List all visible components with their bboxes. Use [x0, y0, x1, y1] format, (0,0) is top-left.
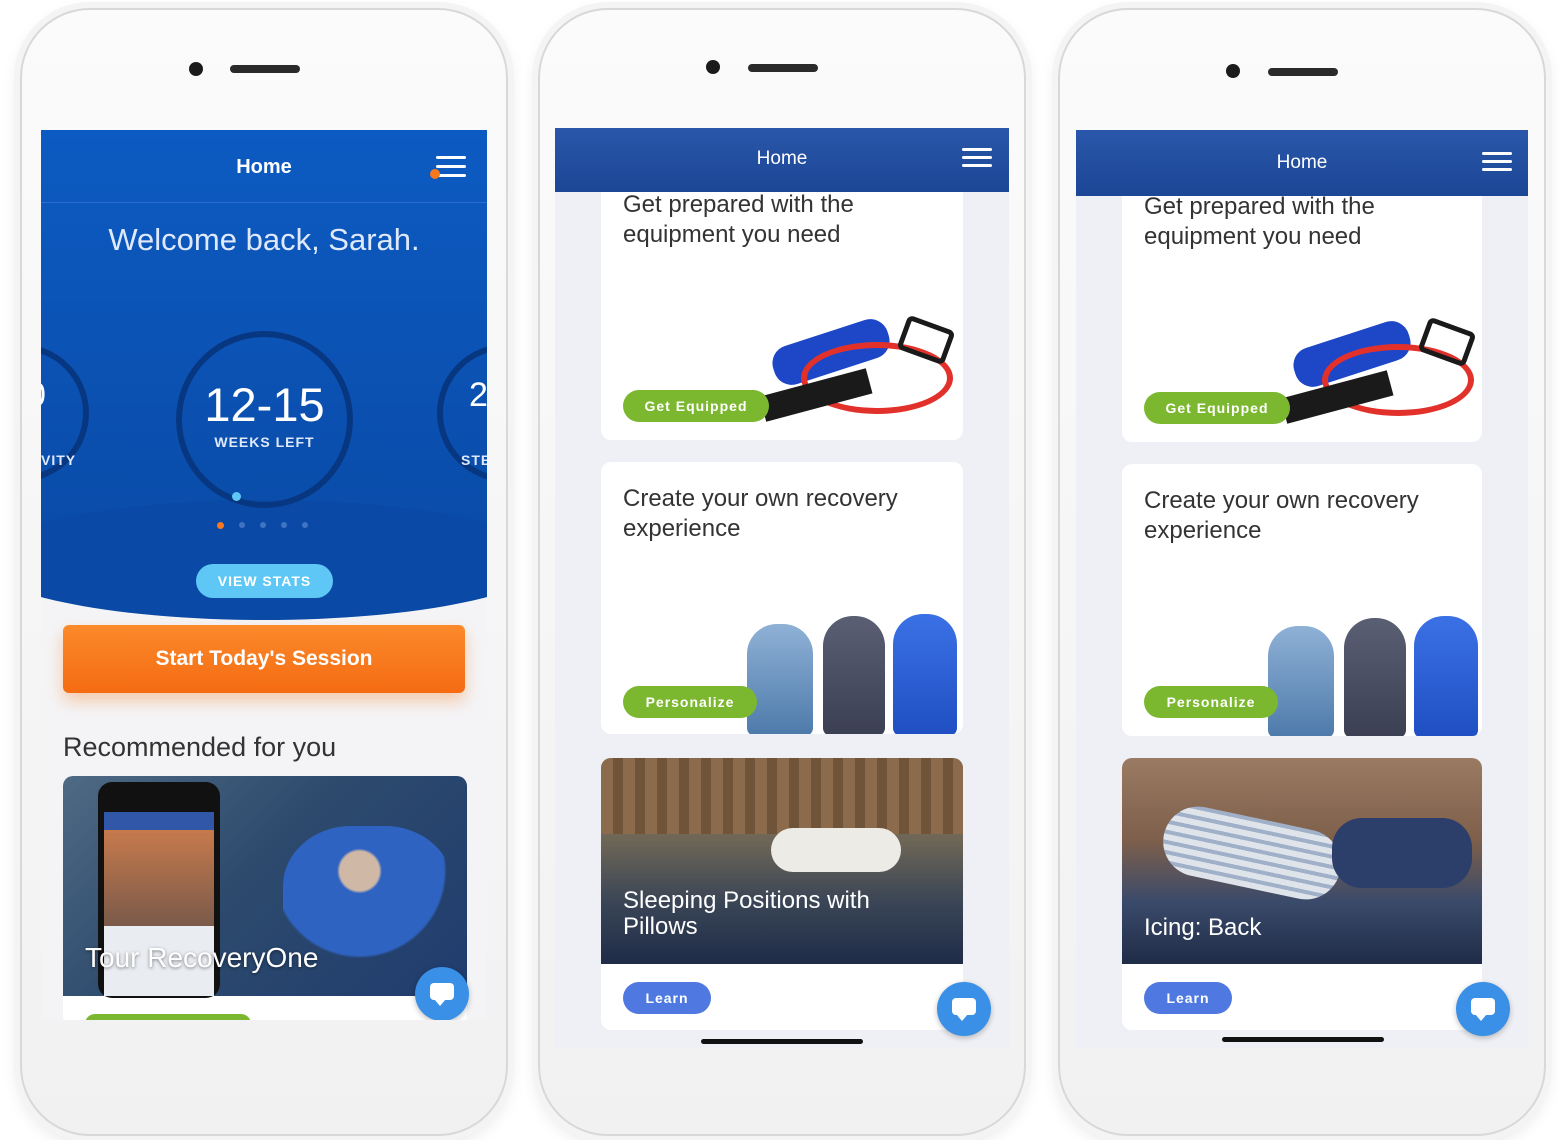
learn-button[interactable]: Learn: [623, 982, 711, 1014]
learn-button[interactable]: Learn: [1144, 982, 1232, 1014]
header: Home: [1076, 130, 1528, 196]
personalize-card-title: Create your own recovery experience: [1144, 487, 1419, 544]
speaker-icon: [230, 65, 300, 73]
speaker-icon: [748, 64, 818, 72]
header: Home: [555, 128, 1009, 192]
chat-icon[interactable]: [937, 982, 991, 1036]
menu-icon[interactable]: [1482, 152, 1512, 174]
speaker-icon: [1268, 68, 1338, 76]
personalize-card[interactable]: Create your own recovery experience Pers…: [1122, 464, 1482, 736]
home-indicator[interactable]: [1222, 1037, 1384, 1042]
sleeping-card-title: Sleeping Positions with Pillows: [623, 887, 870, 940]
equipment-card[interactable]: Get prepared with the equipment you need…: [601, 172, 963, 440]
menu-icon[interactable]: [962, 148, 992, 170]
page-title: Home: [1276, 152, 1328, 173]
camera-icon: [1226, 64, 1240, 78]
chat-icon[interactable]: [1456, 982, 1510, 1036]
get-equipped-button[interactable]: Get Equipped: [623, 390, 769, 422]
tour-card-title: Tour RecoveryOne: [85, 942, 319, 973]
start-session-button[interactable]: Start Today's Session: [63, 625, 465, 693]
get-equipped-button[interactable]: Get Equipped: [1144, 392, 1290, 424]
shoes-image: [1262, 614, 1482, 736]
progress-indicator: [232, 492, 241, 501]
camera-icon: [706, 60, 720, 74]
icing-back-card[interactable]: Icing: Back Learn: [1122, 758, 1482, 1030]
stat-left-value: 0: [41, 376, 46, 415]
phone-frame-2: Get prepared with the equipment you need…: [538, 8, 1026, 1136]
menu-icon[interactable]: [430, 156, 466, 179]
equipment-card[interactable]: Get prepared with the equipment you need…: [1122, 174, 1482, 442]
tour-card[interactable]: Tour RecoveryOne: [63, 776, 467, 1020]
stat-right-label: STE: [461, 452, 487, 468]
stat-center-label: WEEKS LEFT: [214, 434, 315, 450]
shoes-image: [741, 612, 963, 734]
stat-left-label: VITY: [41, 452, 77, 468]
screen-2: Get prepared with the equipment you need…: [555, 128, 1009, 1048]
page-title: Home: [756, 148, 808, 169]
stat-right-value: 2: [469, 376, 487, 414]
carousel-pager[interactable]: [217, 522, 317, 530]
equipment-card-title: Get prepared with the equipment you need: [1144, 193, 1375, 250]
header: Home: [41, 130, 487, 203]
personalize-button[interactable]: Personalize: [623, 686, 757, 718]
personalize-card[interactable]: Create your own recovery experience Pers…: [601, 462, 963, 734]
tour-card-button[interactable]: [85, 1014, 251, 1020]
welcome-text: Welcome back, Sarah.: [108, 222, 420, 257]
hero-curve: [41, 500, 487, 620]
equipment-card-title: Get prepared with the equipment you need: [623, 191, 854, 248]
stat-center-value: 12-15: [204, 378, 325, 431]
recommended-heading: Recommended for you: [63, 732, 337, 762]
equipment-image: [751, 312, 956, 422]
camera-icon: [189, 62, 203, 76]
home-indicator[interactable]: [701, 1039, 863, 1044]
personalize-button[interactable]: Personalize: [1144, 686, 1278, 718]
screen-1: Home Welcome back, Sarah. 0 VITY 12-15 W…: [41, 130, 487, 1020]
personalize-card-title: Create your own recovery experience: [623, 485, 898, 542]
phone-frame-1: Home Welcome back, Sarah. 0 VITY 12-15 W…: [20, 8, 508, 1136]
chat-icon[interactable]: [415, 967, 469, 1020]
page-title: Home: [236, 156, 292, 178]
equipment-image: [1272, 314, 1477, 424]
icing-card-title: Icing: Back: [1144, 914, 1262, 941]
sleeping-positions-card[interactable]: Sleeping Positions with Pillows Learn: [601, 758, 963, 1030]
view-stats-button[interactable]: VIEW STATS: [196, 564, 333, 598]
phone-frame-3: Get prepared with the equipment you need…: [1058, 8, 1546, 1136]
screen-3: Get prepared with the equipment you need…: [1076, 130, 1528, 1048]
